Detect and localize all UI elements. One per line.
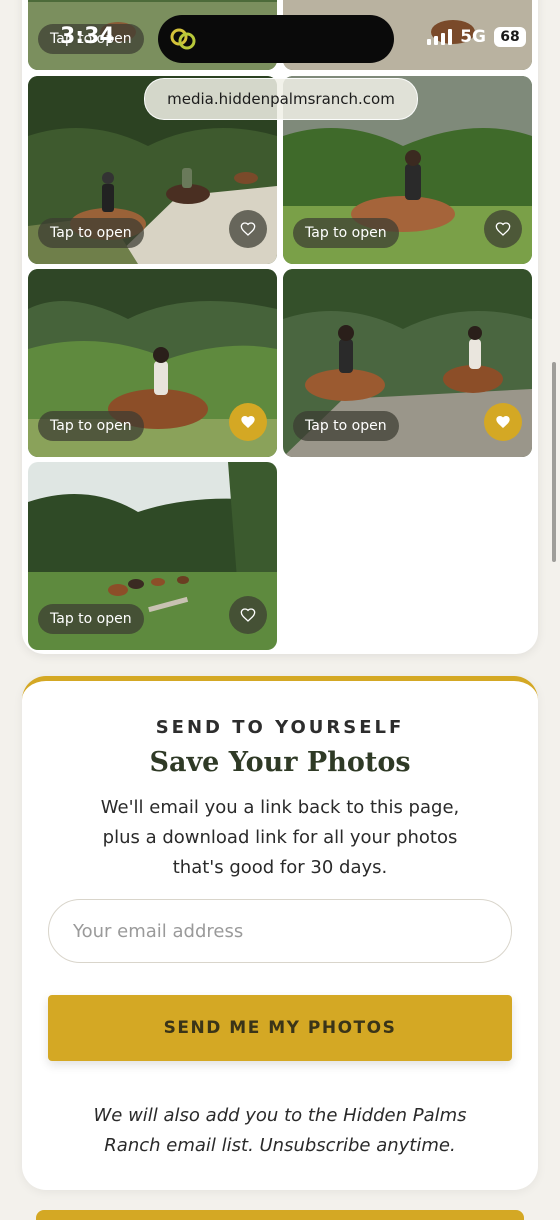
heart-icon bbox=[241, 416, 255, 428]
favorite-button[interactable] bbox=[229, 596, 267, 634]
favorite-button[interactable] bbox=[484, 210, 522, 248]
heart-icon bbox=[240, 608, 256, 622]
tap-to-open-label[interactable]: Tap to open bbox=[38, 604, 144, 634]
email-list-notice: We will also add you to the Hidden Palms… bbox=[93, 1105, 467, 1156]
send-photos-button[interactable]: SEND ME MY PHOTOS bbox=[48, 995, 512, 1061]
heart-icon bbox=[496, 416, 510, 428]
email-field[interactable] bbox=[48, 899, 512, 963]
scrollbar[interactable] bbox=[552, 362, 556, 562]
cellular-signal-icon bbox=[427, 29, 453, 45]
heart-icon bbox=[495, 222, 511, 236]
photo-tile[interactable]: Tap to open bbox=[28, 462, 277, 650]
section-title: Save Your Photos bbox=[149, 747, 411, 778]
photo-tile[interactable]: Tap to open bbox=[283, 269, 532, 457]
section-description: We'll email you a link back to this page… bbox=[100, 797, 460, 878]
heart-icon bbox=[240, 222, 256, 236]
favorite-button[interactable] bbox=[229, 210, 267, 248]
link-icon bbox=[170, 28, 196, 50]
photo-tile[interactable]: Tap to open bbox=[28, 269, 277, 457]
status-indicators: 5G 68 bbox=[427, 27, 526, 47]
address-bar[interactable]: media.hiddenpalmsranch.com bbox=[144, 78, 418, 120]
tap-to-open-label[interactable]: Tap to open bbox=[38, 411, 144, 441]
dynamic-island bbox=[158, 15, 394, 63]
status-time: 3:34 bbox=[60, 24, 115, 49]
favorite-button[interactable] bbox=[229, 403, 267, 441]
network-type: 5G bbox=[460, 27, 486, 47]
tap-to-open-label[interactable]: Tap to open bbox=[38, 218, 144, 248]
next-card-edge bbox=[36, 1210, 524, 1220]
section-eyebrow: SEND TO YOURSELF bbox=[155, 717, 405, 738]
tap-to-open-label[interactable]: Tap to open bbox=[293, 411, 399, 441]
tap-to-open-label[interactable]: Tap to open bbox=[293, 218, 399, 248]
favorite-button[interactable] bbox=[484, 403, 522, 441]
battery-indicator: 68 bbox=[494, 27, 526, 47]
send-to-yourself-card: SEND TO YOURSELF Save Your Photos We'll … bbox=[22, 676, 538, 1190]
